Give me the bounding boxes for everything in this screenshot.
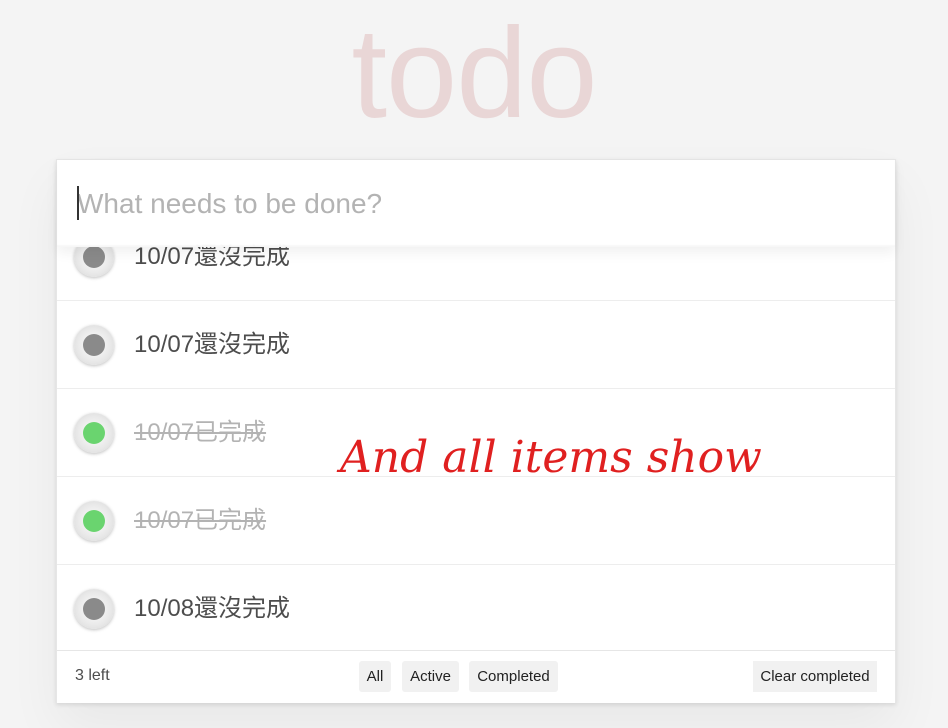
todo-label: 10/07還沒完成 [134,331,291,358]
handwritten-annotation: And all items show ! [336,432,766,483]
toggle-checkbox[interactable] [74,413,114,453]
new-todo-input[interactable] [77,182,867,226]
status-dot-icon [83,334,105,356]
new-todo-header [57,160,895,247]
toggle-checkbox[interactable] [74,325,114,365]
status-dot-icon [83,598,105,620]
status-dot-icon [83,246,105,268]
clear-completed-button[interactable]: Clear completed [753,661,877,692]
todo-item[interactable]: 10/08還沒完成 [57,565,895,653]
annotation-text: And all items show ! [336,432,766,483]
text-caret [77,186,79,220]
app-title: todo [351,2,597,145]
toggle-checkbox[interactable] [74,501,114,541]
todo-footer: 3 left All Active Completed Clear comple… [57,650,895,703]
filter-completed-button[interactable]: Completed [469,661,558,692]
status-dot-icon [83,422,105,444]
filter-active-button[interactable]: Active [402,661,459,692]
todo-label: 10/08還沒完成 [134,595,291,622]
filter-all-button[interactable]: All [359,661,391,692]
items-left-count: 3 left [75,667,110,684]
todo-label: 10/07已完成 [134,419,267,446]
todo-label: 10/07已完成 [134,507,267,534]
toggle-checkbox[interactable] [74,589,114,629]
todo-item[interactable]: 10/07還沒完成 [57,301,895,389]
status-dot-icon [83,510,105,532]
todo-item[interactable]: 10/07已完成 [57,477,895,565]
